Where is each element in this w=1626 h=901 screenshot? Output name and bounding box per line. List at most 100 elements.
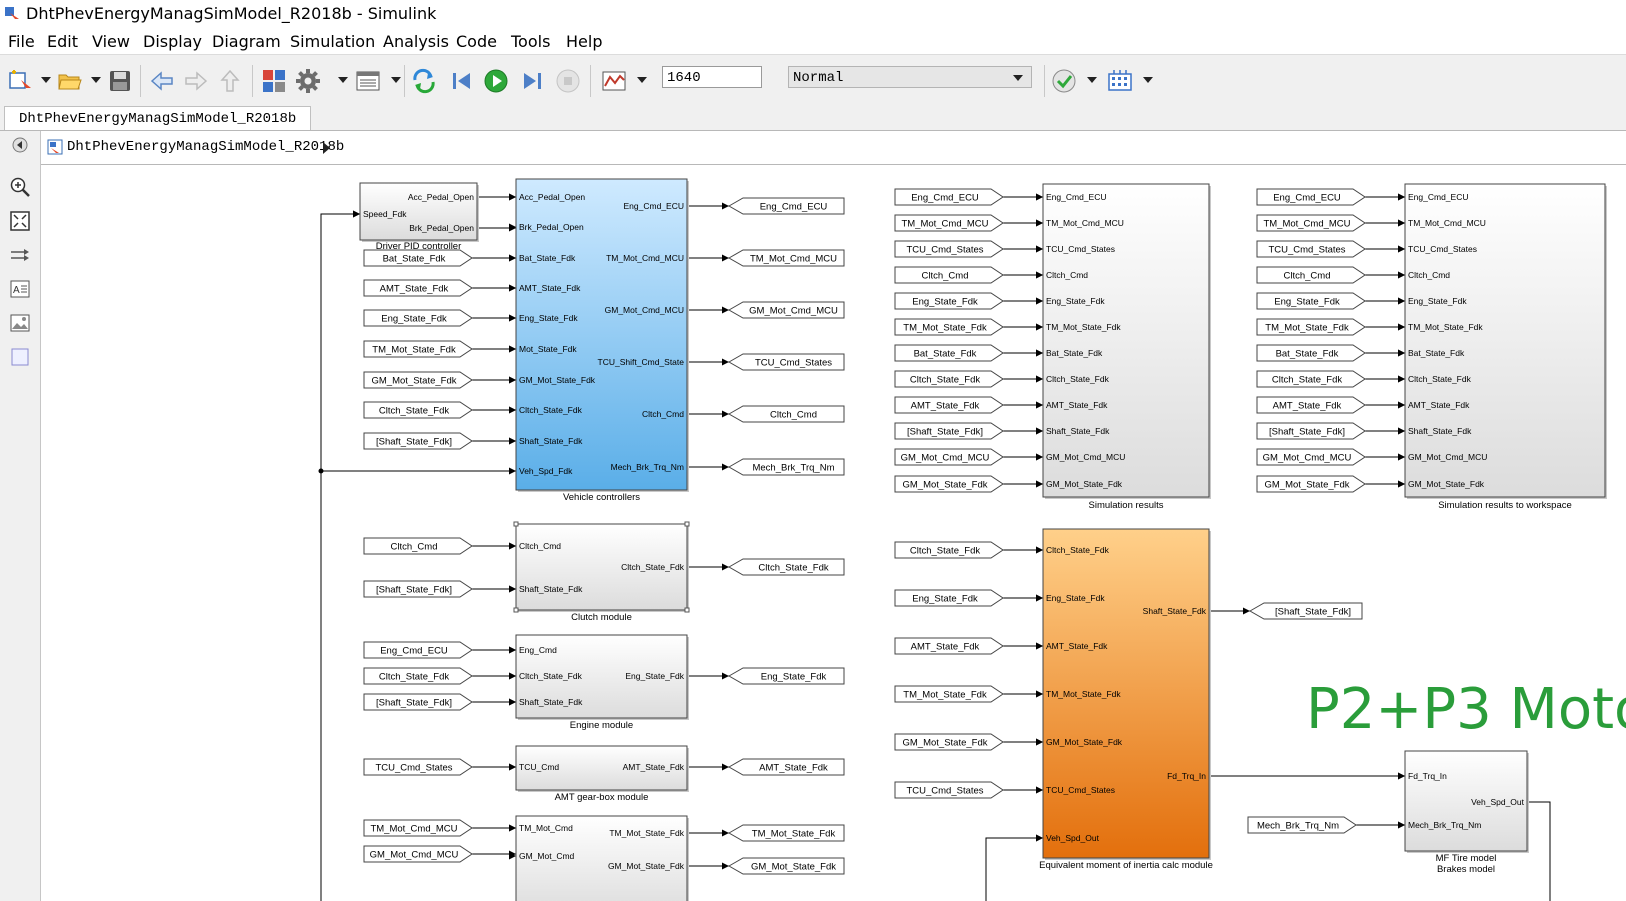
selection-handle[interactable] [513, 607, 519, 613]
from-tag[interactable]: TM_Mot_Cmd_MCU [894, 214, 1004, 232]
stop-time-input[interactable]: 1640 [662, 66, 762, 88]
block-clutch[interactable]: Cltch_Cmd Shaft_State_Fdk Cltch_State_Fdk C… [509, 521, 690, 623]
signal-arrow-button[interactable] [8, 243, 32, 267]
block-driver[interactable]: Speed_FdkAcc_Pedal_OpenBrk_Pedal_OpenDri… [353, 182, 479, 252]
goto-tag[interactable]: Eng_Cmd_ECU [727, 197, 845, 215]
back-button[interactable] [148, 67, 176, 95]
from-tag[interactable]: [Shaft_State_Fdk] [363, 580, 473, 598]
goto-tag[interactable]: Eng_State_Fdk [727, 667, 845, 685]
block-motor[interactable]: TM_Mot_Cmd GM_Mot_Cmd TM_Mot_State_Fdk GM_M… [509, 815, 689, 901]
menu-tools[interactable]: Tools [511, 32, 550, 51]
goto-tag[interactable]: TM_Mot_Cmd_MCU [727, 249, 845, 267]
from-tag[interactable]: [Shaft_State_Fdk] [363, 693, 473, 711]
from-tag[interactable]: Eng_State_Fdk [894, 292, 1004, 310]
fit-view-button[interactable] [8, 209, 32, 233]
menu-simulation[interactable]: Simulation [290, 32, 375, 51]
from-tag[interactable]: [Shaft_State_Fdk] [894, 422, 1004, 440]
menu-code[interactable]: Code [456, 32, 497, 51]
from-tag[interactable]: Cltch_State_Fdk [894, 370, 1004, 388]
from-tag[interactable]: Eng_State_Fdk [1256, 292, 1366, 310]
step-back-button[interactable] [448, 67, 476, 95]
zoom-in-button[interactable] [8, 175, 32, 199]
model-config-button[interactable] [294, 67, 322, 95]
from-tag[interactable]: AMT_State_Fdk [894, 637, 1004, 655]
open-dropdown-icon[interactable] [91, 77, 101, 83]
from-tag[interactable]: GM_Mot_Cmd_MCU [363, 845, 473, 863]
from-tag[interactable]: Bat_State_Fdk [894, 344, 1004, 362]
menu-analysis[interactable]: Analysis [383, 32, 449, 51]
open-button[interactable] [56, 67, 84, 95]
signal-line[interactable] [320, 213, 360, 471]
model-explorer-button[interactable] [354, 67, 382, 95]
from-tag[interactable]: TM_Mot_Cmd_MCU [1256, 214, 1366, 232]
simulation-mode-select[interactable]: Normal [788, 66, 1032, 88]
from-tag[interactable]: Bat_State_Fdk [363, 249, 473, 267]
selection-handle[interactable] [684, 607, 690, 613]
tab-model[interactable]: DhtPhevEnergyManagSimModel_R2018b [4, 106, 312, 130]
block-body[interactable] [1042, 183, 1210, 498]
run-button[interactable] [482, 67, 510, 95]
breadcrumb-arrow-icon[interactable] [323, 142, 330, 154]
from-tag[interactable]: Eng_State_Fdk [894, 589, 1004, 607]
goto-tag[interactable]: Mech_Brk_Trq_Nm [727, 458, 845, 476]
forward-button[interactable] [182, 67, 210, 95]
from-tag[interactable]: AMT_State_Fdk [363, 279, 473, 297]
from-tag[interactable]: Cltch_State_Fdk [363, 667, 473, 685]
block-simws[interactable]: Eng_Cmd_ECU TM_Mot_Cmd_MCU TCU_Cmd_States C… [1398, 183, 1607, 511]
selection-handle[interactable] [513, 521, 519, 527]
from-tag[interactable]: TCU_Cmd_States [894, 240, 1004, 258]
from-tag[interactable]: Bat_State_Fdk [1256, 344, 1366, 362]
model-config-dropdown-icon[interactable] [338, 77, 348, 83]
from-tag[interactable]: Cltch_State_Fdk [894, 541, 1004, 559]
save-button[interactable] [106, 67, 134, 95]
from-tag[interactable]: TM_Mot_State_Fdk [363, 340, 473, 358]
from-tag[interactable]: Cltch_Cmd [894, 266, 1004, 284]
from-tag[interactable]: Eng_Cmd_ECU [1256, 188, 1366, 206]
library-browser-button[interactable] [260, 67, 288, 95]
data-inspector-button[interactable] [600, 67, 628, 95]
from-tag[interactable]: GM_Mot_State_Fdk [894, 733, 1004, 751]
goto-tag[interactable]: GM_Mot_Cmd_MCU [727, 301, 845, 319]
signal-line[interactable] [985, 837, 1043, 901]
image-button[interactable] [8, 311, 32, 335]
goto-tag[interactable]: Cltch_State_Fdk [727, 558, 845, 576]
menu-edit[interactable]: Edit [47, 32, 78, 51]
block-tire[interactable]: Fd_Trq_In Mech_Brk_Trq_Nm Veh_Spd_Out MF Ti… [1398, 750, 1529, 875]
from-tag[interactable]: TCU_Cmd_States [1256, 240, 1366, 258]
from-tag[interactable]: GM_Mot_Cmd_MCU [894, 448, 1004, 466]
goto-tag[interactable]: AMT_State_Fdk [727, 758, 845, 776]
block-simres[interactable]: Eng_Cmd_ECU TM_Mot_Cmd_MCU TCU_Cmd_States C… [1036, 183, 1211, 511]
from-tag[interactable]: Eng_Cmd_ECU [363, 641, 473, 659]
model-advisor-dropdown-icon[interactable] [1087, 77, 1097, 83]
new-model-button[interactable] [6, 67, 34, 95]
goto-tag[interactable]: [Shaft_State_Fdk] [1248, 602, 1363, 620]
hide-browser-button[interactable] [8, 133, 32, 157]
from-tag[interactable]: GM_Mot_State_Fdk [1256, 475, 1366, 493]
from-tag[interactable]: TCU_Cmd_States [363, 758, 473, 776]
menu-help[interactable]: Help [566, 32, 602, 51]
menu-display[interactable]: Display [143, 32, 202, 51]
update-diagram-button[interactable] [410, 67, 438, 95]
from-tag[interactable]: Eng_Cmd_ECU [894, 188, 1004, 206]
block-inertia[interactable]: Cltch_State_Fdk Eng_State_Fdk AMT_State_Fd… [1036, 528, 1213, 871]
from-tag[interactable]: AMT_State_Fdk [1256, 396, 1366, 414]
signal-line[interactable] [1527, 801, 1551, 901]
block-body[interactable] [1404, 183, 1606, 498]
model-canvas[interactable]: Speed_Fdk Acc_Pedal_Open Brk_Pedal_Open Dri… [41, 165, 1626, 901]
block-engine[interactable]: Eng_Cmd Cltch_State_Fdk Shaft_State_Fdk Eng… [509, 634, 689, 731]
goto-tag[interactable]: GM_Mot_State_Fdk [727, 857, 845, 875]
from-tag[interactable]: TM_Mot_State_Fdk [894, 318, 1004, 336]
block-vehctrl[interactable]: Acc_Pedal_Open Brk_Pedal_Open Bat_State_Fd… [509, 178, 689, 503]
up-button[interactable] [216, 67, 244, 95]
from-tag[interactable]: [Shaft_State_Fdk] [1256, 422, 1366, 440]
from-tag[interactable]: TM_Mot_Cmd_MCU [363, 819, 473, 837]
build-button[interactable] [1106, 67, 1134, 95]
motor-annotation[interactable]: P2+P3 Motor [1306, 677, 1626, 742]
build-dropdown-icon[interactable] [1143, 77, 1153, 83]
from-tag[interactable]: [Shaft_State_Fdk] [363, 432, 473, 450]
from-tag[interactable]: GM_Mot_State_Fdk [894, 475, 1004, 493]
from-tag[interactable]: Cltch_State_Fdk [1256, 370, 1366, 388]
new-model-dropdown-icon[interactable] [41, 77, 51, 83]
stop-button[interactable] [554, 67, 582, 95]
from-tag[interactable]: TM_Mot_State_Fdk [894, 685, 1004, 703]
